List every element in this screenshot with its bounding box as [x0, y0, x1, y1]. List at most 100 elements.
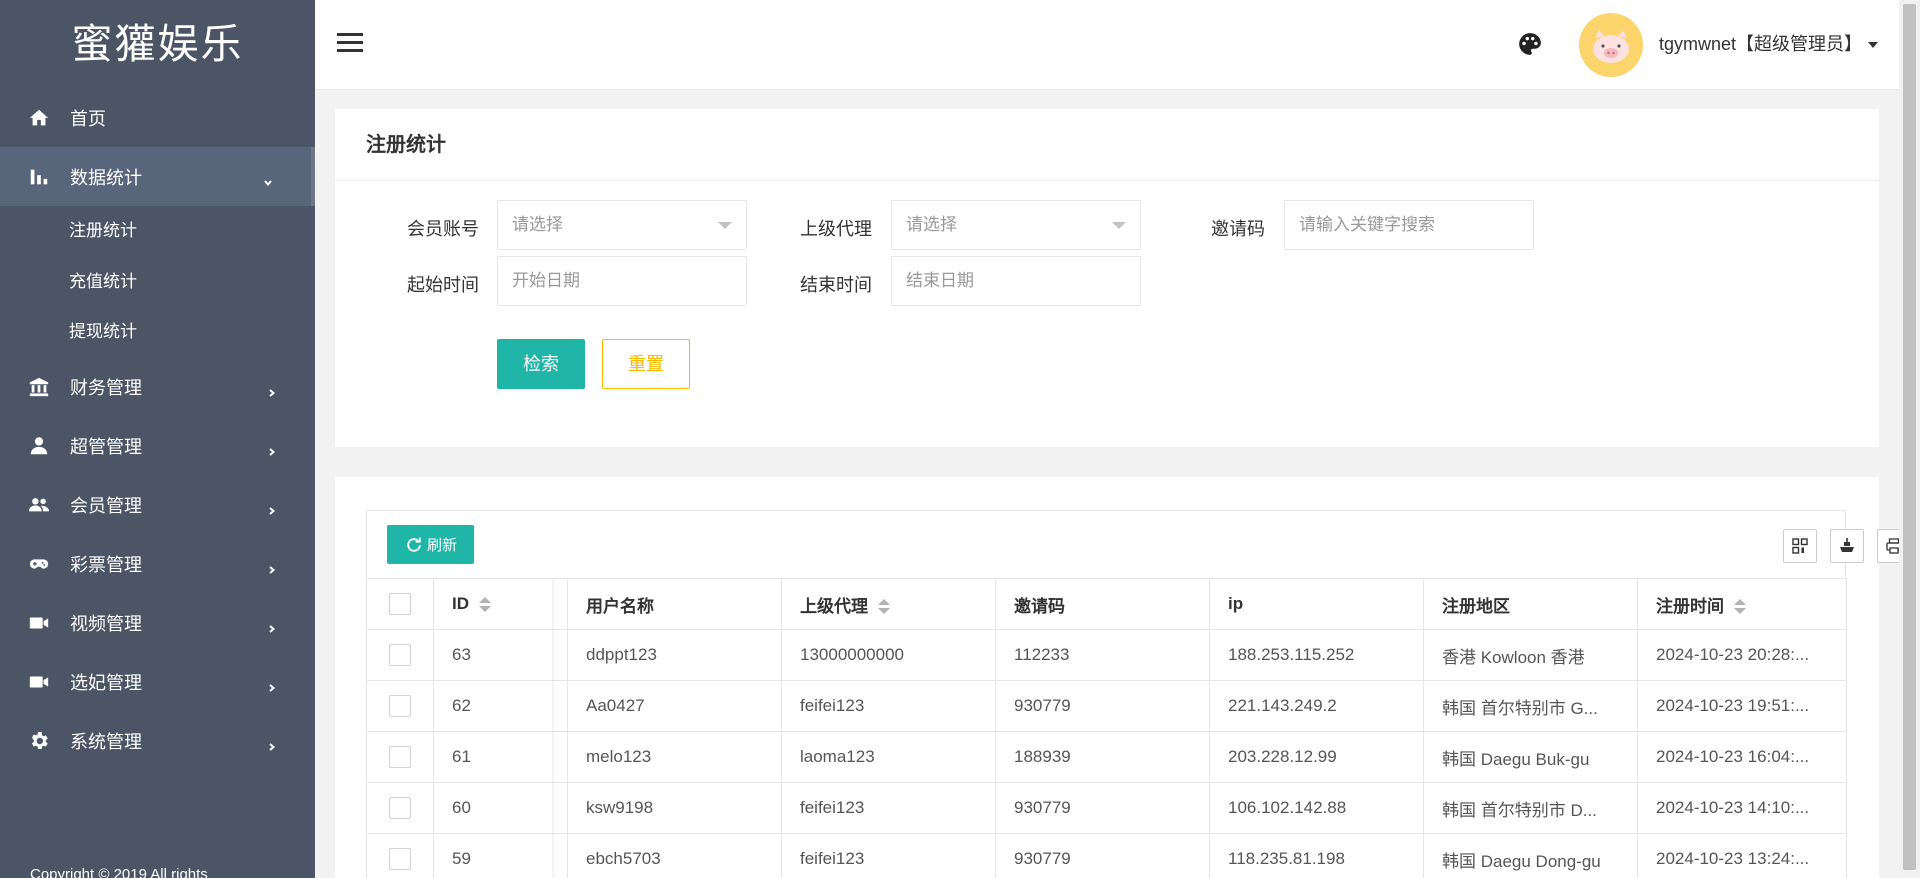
- bank-icon: [28, 376, 50, 398]
- cell-username: melo123: [567, 731, 782, 783]
- column-header-id[interactable]: ID: [433, 578, 568, 630]
- fixed-column-shadow: [552, 578, 556, 878]
- row-select-cell: [366, 731, 434, 783]
- cell-time: 2024-10-23 16:04:...: [1637, 731, 1847, 783]
- sidebar-item-home[interactable]: 首页: [0, 88, 315, 147]
- columns-filter-button[interactable]: [1783, 529, 1817, 563]
- table-row: 59 ebch5703 feifei123 930779 118.235.81.…: [366, 833, 1847, 878]
- avatar[interactable]: [1579, 13, 1643, 77]
- sidebar-item-system[interactable]: 系统管理: [0, 712, 315, 771]
- row-checkbox[interactable]: [389, 746, 411, 768]
- sidebar-subitem-register-stats[interactable]: 注册统计: [0, 206, 315, 257]
- column-label: 邀请码: [1014, 596, 1065, 616]
- sidebar-item-super-admin[interactable]: 超管管理: [0, 417, 315, 476]
- reset-button[interactable]: 重置: [602, 339, 690, 389]
- chevron-right-icon: [267, 500, 277, 515]
- column-label: 用户名称: [586, 596, 654, 616]
- cell-code: 930779: [995, 833, 1210, 878]
- cell-code: 930779: [995, 782, 1210, 834]
- cell-parent: feifei123: [781, 833, 996, 878]
- cell-id: 62: [433, 680, 568, 732]
- cell-id: 63: [433, 629, 568, 681]
- video-icon: [28, 671, 50, 693]
- sidebar-item-finance[interactable]: 财务管理: [0, 358, 315, 417]
- parent-agent-select[interactable]: 请选择: [891, 200, 1141, 250]
- parent-agent-label: 上级代理: [800, 219, 872, 239]
- copyright-text: Copyright © 2019 All rights: [30, 866, 208, 878]
- sidebar-subitem-recharge-stats[interactable]: 充值统计: [0, 257, 315, 308]
- select-all-checkbox[interactable]: [389, 593, 411, 615]
- app-logo: 蜜獾娱乐: [71, 20, 244, 68]
- bar-chart-icon: [28, 166, 50, 188]
- cell-ip: 106.102.142.88: [1209, 782, 1424, 834]
- sidebar-item-video[interactable]: 视频管理: [0, 594, 315, 653]
- table-panel: 刷新 ID 用户名称 上级代理 邀请码 ip 注册地区 注册时间 63 ddpp…: [335, 477, 1911, 878]
- cell-username: Aa0427: [567, 680, 782, 732]
- chevron-right-icon: [267, 677, 277, 692]
- sidebar-item-lottery[interactable]: 彩票管理: [0, 535, 315, 594]
- cell-region: 香港 Kowloon 香港: [1423, 629, 1638, 681]
- scrollbar-thumb[interactable]: [1903, 4, 1916, 870]
- sidebar-item-concubine[interactable]: 选妃管理: [0, 653, 315, 712]
- column-label: 注册时间: [1656, 596, 1724, 616]
- start-date-placeholder: 开始日期: [512, 271, 580, 290]
- cell-username: ebch5703: [567, 833, 782, 878]
- cell-parent: laoma123: [781, 731, 996, 783]
- user-icon: [28, 435, 50, 457]
- column-header-register-time[interactable]: 注册时间: [1637, 578, 1847, 630]
- palette-icon[interactable]: [1517, 31, 1543, 57]
- table-header-row: ID 用户名称 上级代理 邀请码 ip 注册地区 注册时间: [366, 578, 1847, 630]
- cell-username: ddppt123: [567, 629, 782, 681]
- row-checkbox[interactable]: [389, 797, 411, 819]
- top-header: tgymwnet【超级管理员】: [315, 0, 1899, 90]
- user-menu[interactable]: tgymwnet【超级管理员】: [1659, 30, 1879, 56]
- sidebar-item-members[interactable]: 会员管理: [0, 476, 315, 535]
- invite-code-label: 邀请码: [1211, 219, 1265, 239]
- row-select-cell: [366, 782, 434, 834]
- column-header-parent-agent[interactable]: 上级代理: [781, 578, 996, 630]
- start-date-input[interactable]: 开始日期: [497, 256, 747, 306]
- row-select-cell: [366, 629, 434, 681]
- end-date-input[interactable]: 结束日期: [891, 256, 1141, 306]
- sidebar-subitem-withdraw-stats[interactable]: 提现统计: [0, 307, 315, 358]
- column-label: 注册地区: [1442, 596, 1510, 616]
- sidebar-item-label: 会员管理: [70, 496, 142, 516]
- member-account-select[interactable]: 请选择: [497, 200, 747, 250]
- sidebar-item-label: 系统管理: [70, 732, 142, 752]
- username-label: tgymwnet【超级管理员】: [1659, 34, 1863, 54]
- cell-time: 2024-10-23 13:24:...: [1637, 833, 1847, 878]
- sidebar-item-data-stats[interactable]: 数据统计: [0, 147, 315, 206]
- cell-code: 112233: [995, 629, 1210, 681]
- sort-icon[interactable]: [1734, 599, 1746, 615]
- row-checkbox[interactable]: [389, 848, 411, 870]
- table-toolbar: 刷新: [366, 510, 1911, 578]
- export-button[interactable]: [1830, 529, 1864, 563]
- cell-id: 59: [433, 833, 568, 878]
- table-row: 60 ksw9198 feifei123 930779 106.102.142.…: [366, 782, 1847, 834]
- invite-code-input[interactable]: 请输入关键字搜索: [1284, 200, 1534, 250]
- cell-code: 930779: [995, 680, 1210, 732]
- search-button[interactable]: 检索: [497, 339, 585, 389]
- page-scrollbar[interactable]: [1899, 0, 1920, 878]
- chevron-right-icon: [267, 382, 277, 397]
- search-panel: 注册统计 会员账号 请选择 上级代理 请选择 邀请码 请输入关键字搜索 起始时间…: [335, 109, 1879, 447]
- video-icon: [28, 612, 50, 634]
- page-title: 注册统计: [335, 109, 1879, 181]
- refresh-button[interactable]: 刷新: [387, 525, 474, 564]
- menu-toggle-icon[interactable]: [337, 33, 363, 55]
- cell-code: 188939: [995, 731, 1210, 783]
- cell-username: ksw9198: [567, 782, 782, 834]
- chevron-right-icon: [267, 559, 277, 574]
- sort-icon[interactable]: [878, 599, 890, 615]
- row-checkbox[interactable]: [389, 695, 411, 717]
- cell-ip: 188.253.115.252: [1209, 629, 1424, 681]
- cell-region: 韩国 Daegu Dong-gu: [1423, 833, 1638, 878]
- column-label: 上级代理: [800, 596, 868, 616]
- row-checkbox[interactable]: [389, 644, 411, 666]
- sidebar-item-label: 超管管理: [70, 437, 142, 457]
- sidebar-submenu-data-stats: 注册统计 充值统计 提现统计: [0, 206, 315, 358]
- cell-ip: 221.143.249.2: [1209, 680, 1424, 732]
- cell-region: 韩国 首尔特别市 G...: [1423, 680, 1638, 732]
- sort-icon[interactable]: [479, 596, 491, 613]
- columns-icon: [1792, 538, 1808, 554]
